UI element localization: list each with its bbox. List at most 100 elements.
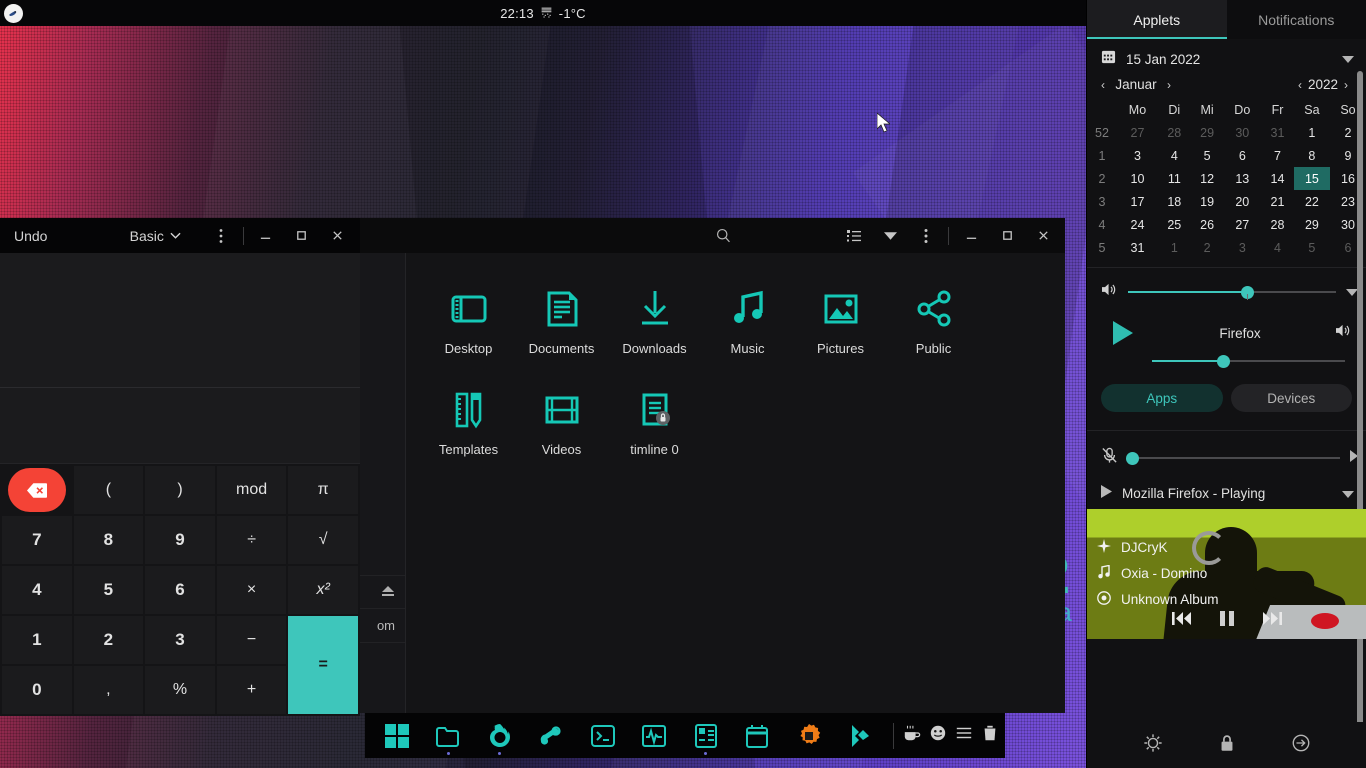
calendar-day[interactable]: 21: [1261, 190, 1294, 213]
calendar-day[interactable]: 8: [1294, 144, 1330, 167]
pi-key[interactable]: π: [288, 466, 358, 514]
trash-icon[interactable]: [981, 724, 999, 747]
calendar-day[interactable]: 4: [1261, 236, 1294, 259]
kebab-menu-icon[interactable]: [908, 218, 944, 253]
master-volume-slider[interactable]: [1128, 285, 1336, 300]
square-key[interactable]: x²: [288, 566, 358, 614]
search-icon[interactable]: [705, 218, 741, 253]
file-item-downloads[interactable]: Downloads: [608, 277, 701, 356]
tab-notifications[interactable]: Notifications: [1227, 0, 1366, 39]
chevron-down-icon[interactable]: [1342, 486, 1354, 501]
speaker-icon[interactable]: [1335, 323, 1352, 343]
calendar-day[interactable]: 3: [1117, 144, 1158, 167]
minimize-icon[interactable]: [953, 218, 989, 253]
close-icon[interactable]: [1025, 218, 1061, 253]
file-item-public[interactable]: Public: [887, 277, 980, 356]
dock-panel[interactable]: [365, 713, 1005, 758]
pause-icon[interactable]: [1219, 611, 1234, 631]
minimize-icon[interactable]: [248, 218, 284, 253]
calendar-day[interactable]: 2: [1191, 236, 1224, 259]
segment-apps[interactable]: Apps: [1101, 384, 1223, 412]
hamburger-menu-icon[interactable]: [955, 724, 973, 747]
file-item-documents[interactable]: Documents: [515, 277, 608, 356]
calendar-grid[interactable]: Mo Di Mi Do Fr Sa So 52 27 28 29 30 31 1 2 1 3 4 5 6 7 8 9 2 10 1…: [1087, 98, 1366, 259]
calendar-day[interactable]: 7: [1261, 144, 1294, 167]
open-paren-key[interactable]: (: [73, 466, 144, 514]
calendar-day[interactable]: 11: [1158, 167, 1191, 190]
play-triangle-icon[interactable]: [1101, 485, 1112, 501]
calculator-icon[interactable]: [680, 713, 732, 758]
coffee-icon[interactable]: [903, 724, 921, 747]
calendar-year-nav[interactable]: ‹ 2022 ›: [1292, 77, 1354, 92]
microphone-row[interactable]: [1087, 439, 1366, 477]
calendar-day[interactable]: 14: [1261, 167, 1294, 190]
smiley-icon[interactable]: [929, 724, 947, 747]
system-tray[interactable]: [901, 724, 999, 747]
eight-key[interactable]: 8: [73, 516, 144, 564]
lock-icon[interactable]: [1217, 733, 1237, 758]
calendar-day[interactable]: 3: [1223, 236, 1261, 259]
list-view-icon[interactable]: [836, 218, 872, 253]
file-item-timline0[interactable]: timline 0: [608, 378, 701, 457]
subtract-key[interactable]: −: [216, 616, 287, 664]
logout-icon[interactable]: [1291, 733, 1311, 758]
maximize-icon[interactable]: [989, 218, 1025, 253]
file-manager-content[interactable]: Desktop Documents Downloads Music Pictur…: [406, 253, 1065, 713]
calendar-day[interactable]: 28: [1261, 213, 1294, 236]
calendar-day[interactable]: 27: [1223, 213, 1261, 236]
tab-applets[interactable]: Applets: [1087, 0, 1227, 39]
settings-icon[interactable]: [1143, 733, 1163, 758]
nine-key[interactable]: 9: [145, 516, 215, 564]
calendar-day[interactable]: 6: [1223, 144, 1261, 167]
file-item-music[interactable]: Music: [701, 277, 794, 356]
microphone-muted-icon[interactable]: [1101, 447, 1118, 469]
kodi-icon[interactable]: [835, 713, 887, 758]
equals-key[interactable]: =: [288, 616, 358, 714]
decimal-key[interactable]: ,: [73, 666, 144, 714]
calendar-day[interactable]: 12: [1191, 167, 1224, 190]
calendar-day[interactable]: 17: [1117, 190, 1158, 213]
sqrt-key[interactable]: √: [288, 516, 358, 564]
calendar-day[interactable]: 15: [1293, 167, 1330, 190]
multiply-key[interactable]: ×: [216, 566, 287, 614]
calendar-day[interactable]: 20: [1223, 190, 1261, 213]
calendar-day[interactable]: 1: [1294, 121, 1330, 144]
calendar-day[interactable]: 4: [1158, 144, 1191, 167]
media-player-header[interactable]: Mozilla Firefox - Playing: [1087, 477, 1366, 509]
calendar-day[interactable]: 24: [1117, 213, 1158, 236]
six-key[interactable]: 6: [145, 566, 215, 614]
one-key[interactable]: 1: [2, 616, 72, 664]
applets-panel[interactable]: Applets Notifications 15 Jan 2022 ‹ Janu…: [1086, 0, 1366, 768]
calculator-mode-selector[interactable]: Basic: [70, 228, 181, 244]
close-paren-key[interactable]: ): [145, 466, 215, 514]
calendar-nav[interactable]: ‹ Januar › ‹ 2022 ›: [1087, 75, 1366, 96]
settings-icon[interactable]: [783, 713, 835, 758]
previous-track-icon[interactable]: [1171, 612, 1192, 630]
mod-key[interactable]: mod: [216, 466, 287, 514]
master-volume-row[interactable]: [1087, 276, 1366, 308]
app-volume-slider[interactable]: [1152, 354, 1345, 368]
zero-key[interactable]: 0: [2, 666, 72, 714]
calendar-day[interactable]: 5: [1294, 236, 1330, 259]
percent-key[interactable]: %: [145, 666, 215, 714]
maximize-icon[interactable]: [284, 218, 320, 253]
three-key[interactable]: 3: [145, 616, 215, 664]
calendar-day[interactable]: 29: [1191, 121, 1224, 144]
file-manager-icon[interactable]: [423, 713, 475, 758]
calculator-display[interactable]: [0, 253, 360, 388]
media-transport-controls[interactable]: [1087, 611, 1366, 631]
microphone-slider[interactable]: [1126, 451, 1340, 465]
file-item-pictures[interactable]: Pictures: [794, 277, 887, 356]
calendar-day[interactable]: 29: [1294, 213, 1330, 236]
chevron-left-icon[interactable]: ‹: [1292, 78, 1308, 92]
album-artwork[interactable]: DJCryK Oxia - Domino Unknown Album: [1087, 509, 1366, 639]
chevron-down-icon[interactable]: [872, 218, 908, 253]
undo-button[interactable]: Undo: [14, 228, 47, 244]
calculator-titlebar[interactable]: Undo Basic: [0, 218, 360, 253]
add-key[interactable]: +: [216, 666, 287, 714]
system-actions-row[interactable]: [1087, 722, 1366, 768]
calculator-window[interactable]: Undo Basic () mod π 7 8 9 ÷ √ 4 5 6 × x² 1 2 3− = 0,% +: [0, 218, 360, 716]
seven-key[interactable]: 7: [2, 516, 72, 564]
close-icon[interactable]: [320, 218, 356, 253]
delete-key[interactable]: [8, 468, 66, 512]
